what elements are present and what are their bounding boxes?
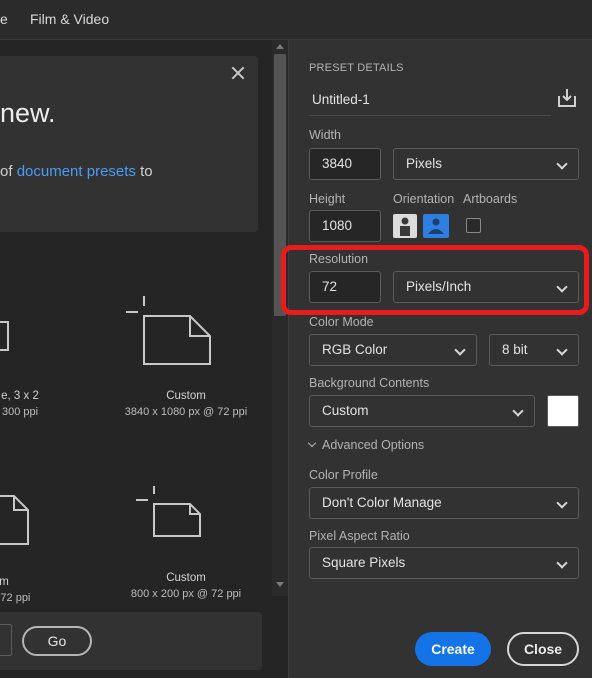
width-unit-value: Pixels xyxy=(406,156,443,171)
preset-item[interactable]: Custom 3840 x 1080 px @ 72 ppi xyxy=(100,296,272,418)
person-icon xyxy=(428,218,444,234)
chevron-down-icon xyxy=(556,344,568,356)
width-unit-select[interactable]: Pixels xyxy=(393,148,579,180)
color-profile-select[interactable]: Don't Color Manage xyxy=(309,487,579,519)
advanced-options-toggle[interactable]: Advanced Options xyxy=(307,438,425,452)
welcome-heading: new. xyxy=(0,98,56,128)
pixel-aspect-ratio-label: Pixel Aspect Ratio xyxy=(309,529,410,543)
pixel-aspect-ratio-select[interactable]: Square Pixels xyxy=(309,547,579,579)
bit-depth-select[interactable]: 8 bit xyxy=(489,334,579,366)
color-mode-select[interactable]: RGB Color xyxy=(309,334,477,366)
preset-detail: 300 ppi xyxy=(1,406,39,418)
background-contents-select[interactable]: Custom xyxy=(309,395,535,427)
preset-details-panel: PRESET DETAILS Untitled-1 Width 3840 Pix… xyxy=(288,40,592,678)
welcome-text-suffix: to xyxy=(135,163,153,180)
bit-depth-value: 8 bit xyxy=(502,342,528,357)
preset-detail: 3840 x 1080 px @ 72 ppi xyxy=(124,406,248,418)
tab-partial[interactable]: e xyxy=(0,11,8,27)
scroll-down-icon[interactable] xyxy=(276,582,284,587)
background-contents-label: Background Contents xyxy=(309,376,430,390)
background-color-swatch[interactable] xyxy=(547,395,579,427)
document-name-input[interactable]: Untitled-1 xyxy=(309,88,551,116)
scroll-up-icon[interactable] xyxy=(276,44,284,49)
preset-item[interactable]: Custom 800 x 200 px @ 72 ppi xyxy=(100,486,272,600)
template-search-bar: Go xyxy=(0,612,262,670)
tab-film-video[interactable]: Film & Video xyxy=(30,11,109,27)
close-button[interactable]: Close xyxy=(507,632,579,666)
color-mode-value: RGB Color xyxy=(322,342,388,357)
orientation-label: Orientation xyxy=(393,192,455,206)
landscape-orientation-icon[interactable] xyxy=(423,214,449,238)
chevron-down-icon xyxy=(454,344,466,356)
presets-area: new. of document presets to e, 3 x 2 300… xyxy=(0,40,288,678)
preset-name: Custom xyxy=(166,572,206,584)
resolution-highlight-box xyxy=(281,245,589,315)
height-input[interactable]: 1080 xyxy=(309,210,381,242)
preset-name: Custom xyxy=(166,390,206,402)
artboards-label: Artboards xyxy=(463,192,518,206)
background-contents-value: Custom xyxy=(322,403,369,418)
height-label: Height xyxy=(309,192,346,206)
presets-scrollbar[interactable] xyxy=(272,40,288,596)
chevron-down-icon xyxy=(307,438,317,448)
welcome-card: new. of document presets to xyxy=(0,56,258,232)
preset-details-title: PRESET DETAILS xyxy=(309,62,404,74)
chevron-down-icon xyxy=(512,405,524,417)
artboards-checkbox[interactable] xyxy=(466,218,481,233)
person-icon xyxy=(400,217,410,236)
color-profile-value: Don't Color Manage xyxy=(322,495,442,510)
preset-item[interactable]: m x @ 72 ppi xyxy=(0,488,54,604)
preset-detail: 800 x 200 px @ 72 ppi xyxy=(130,588,242,600)
pixel-aspect-ratio-value: Square Pixels xyxy=(322,555,406,570)
portrait-orientation-icon[interactable] xyxy=(393,214,417,238)
advanced-options-label: Advanced Options xyxy=(322,438,425,452)
width-input[interactable]: 3840 xyxy=(309,148,381,180)
welcome-text-prefix: of xyxy=(0,163,17,180)
welcome-text: of document presets to xyxy=(0,163,153,180)
document-preset-icon xyxy=(126,296,211,365)
save-preset-icon[interactable] xyxy=(557,88,577,108)
chevron-down-icon xyxy=(556,557,568,569)
go-button[interactable]: Go xyxy=(22,626,92,656)
document-preset-icon xyxy=(0,495,29,545)
chevron-down-icon xyxy=(556,497,568,509)
photo-preset-icon xyxy=(0,321,9,351)
document-preset-icon xyxy=(136,486,201,537)
close-icon[interactable] xyxy=(230,65,246,81)
document-presets-link[interactable]: document presets xyxy=(17,163,136,180)
preset-detail: x @ 72 ppi xyxy=(0,592,31,604)
top-tab-bar: e Film & Video xyxy=(0,0,592,40)
preset-name: m xyxy=(0,576,9,588)
color-mode-label: Color Mode xyxy=(309,315,374,329)
chevron-down-icon xyxy=(556,158,568,170)
preset-name: e, 3 x 2 xyxy=(1,390,39,402)
color-profile-label: Color Profile xyxy=(309,468,378,482)
width-label: Width xyxy=(309,128,341,142)
search-input[interactable] xyxy=(0,624,12,656)
create-button[interactable]: Create xyxy=(415,632,491,666)
preset-item[interactable]: e, 3 x 2 300 ppi xyxy=(0,310,70,418)
